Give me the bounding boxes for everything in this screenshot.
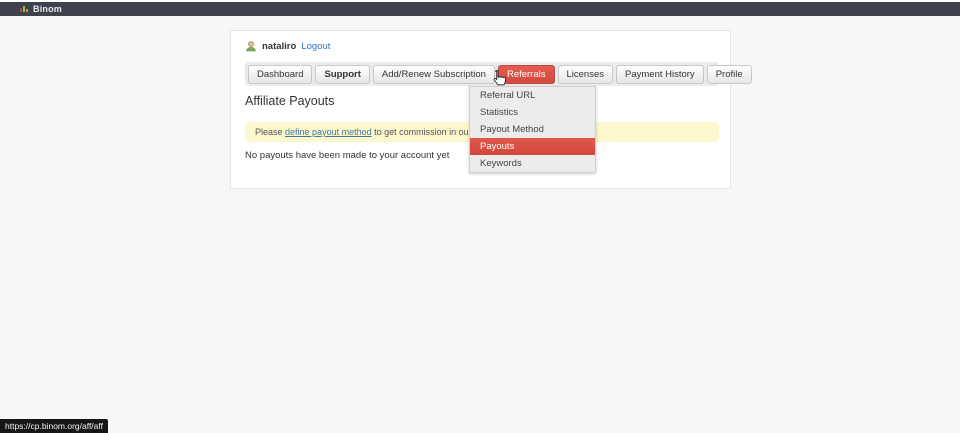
username: nataliro [262, 41, 296, 52]
referrals-dropdown-menu: Referral URL Statistics Payout Method Pa… [469, 86, 596, 173]
top-navbar: Binom [0, 2, 960, 16]
menu-item-payouts[interactable]: Payouts [470, 138, 595, 155]
menu-item-keywords[interactable]: Keywords [470, 155, 595, 172]
user-row: nataliro Logout [245, 40, 330, 52]
browser-viewport: Binom nataliro Logout Dashboard Support … [0, 0, 960, 433]
notice-text-prefix: Please [255, 127, 285, 137]
menu-item-statistics[interactable]: Statistics [470, 104, 595, 121]
tab-payment-history[interactable]: Payment History [616, 65, 704, 84]
define-payout-method-link[interactable]: define payout method [285, 127, 372, 137]
binom-logo-icon [20, 6, 28, 12]
logout-link[interactable]: Logout [301, 41, 330, 52]
tab-licenses[interactable]: Licenses [558, 65, 614, 84]
tab-referrals[interactable]: Referrals [498, 65, 555, 84]
tab-profile[interactable]: Profile [707, 65, 752, 84]
status-bar-url: https://cp.binom.org/aff/aff [0, 419, 108, 433]
user-avatar-icon [245, 40, 257, 52]
tab-add-renew-subscription[interactable]: Add/Renew Subscription [373, 65, 495, 84]
tab-dashboard[interactable]: Dashboard [248, 65, 312, 84]
empty-state-message: No payouts have been made to your accoun… [245, 150, 449, 161]
brand-name: Binom [33, 4, 62, 14]
menu-item-referral-url[interactable]: Referral URL [470, 87, 595, 104]
menu-item-payout-method[interactable]: Payout Method [470, 121, 595, 138]
tab-bar: Dashboard Support Add/Renew Subscription… [245, 62, 719, 86]
tab-support[interactable]: Support [315, 65, 369, 84]
page-title: Affiliate Payouts [245, 94, 334, 108]
